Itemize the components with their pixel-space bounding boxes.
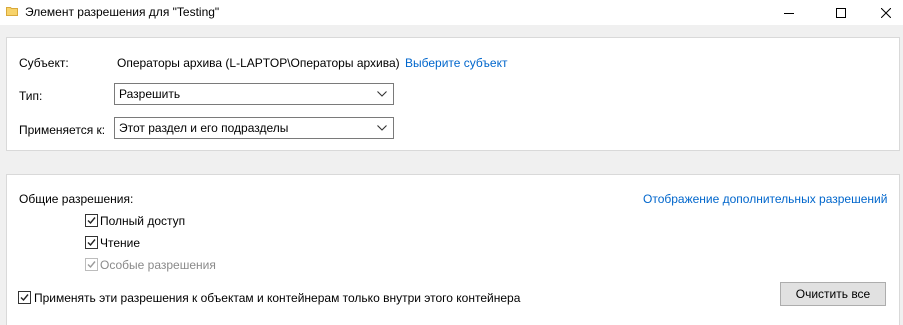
principal-value: Операторы архива (L-LAPTOP\Операторы арх…	[117, 56, 400, 70]
close-icon	[881, 7, 891, 18]
checkmark-icon	[87, 239, 96, 247]
minimize-icon	[784, 12, 794, 14]
clear-all-button[interactable]: Очистить все	[780, 282, 886, 306]
chevron-down-icon	[377, 91, 387, 97]
folder-icon	[6, 5, 18, 17]
close-button[interactable]	[863, 0, 903, 25]
permission-entry-window: Элемент разрешения для "Testing" Субъект…	[0, 0, 903, 325]
apply-inside-container-label: Применять эти разрешения к объектам и ко…	[34, 291, 521, 305]
window-title: Элемент разрешения для "Testing"	[25, 5, 220, 19]
applies-to-label: Применяется к:	[19, 123, 106, 137]
read-label: Чтение	[100, 236, 141, 250]
maximize-button[interactable]	[818, 0, 864, 25]
principal-label: Субъект:	[19, 56, 69, 70]
applies-to-select[interactable]: Этот раздел и его подразделы	[114, 117, 394, 139]
special-permissions-label: Особые разрешения	[100, 258, 216, 272]
select-principal-link[interactable]: Выберите субъект	[405, 56, 507, 70]
show-advanced-permissions-link[interactable]: Отображение дополнительных разрешений	[643, 192, 887, 206]
apply-inside-container-checkbox[interactable]	[18, 291, 31, 304]
maximize-icon	[836, 7, 846, 18]
special-permissions-checkbox	[85, 258, 98, 271]
checkmark-icon	[20, 294, 29, 302]
full-control-label: Полный доступ	[100, 214, 186, 228]
basic-permissions-header: Общие разрешения:	[19, 192, 134, 206]
type-label: Тип:	[19, 89, 43, 103]
chevron-down-icon	[377, 125, 387, 131]
principal-panel: Субъект: Операторы архива (L-LAPTOP\Опер…	[6, 37, 900, 151]
checkmark-icon	[87, 261, 96, 269]
minimize-button[interactable]	[766, 0, 812, 25]
type-select-value: Разрешить	[119, 87, 181, 101]
full-control-checkbox[interactable]	[85, 214, 98, 227]
read-checkbox[interactable]	[85, 236, 98, 249]
applies-to-select-value: Этот раздел и его подразделы	[119, 121, 289, 135]
title-bar: Элемент разрешения для "Testing"	[0, 0, 903, 25]
type-select[interactable]: Разрешить	[114, 83, 394, 105]
permissions-panel: Общие разрешения: Отображение дополнител…	[6, 174, 900, 325]
checkmark-icon	[87, 217, 96, 225]
